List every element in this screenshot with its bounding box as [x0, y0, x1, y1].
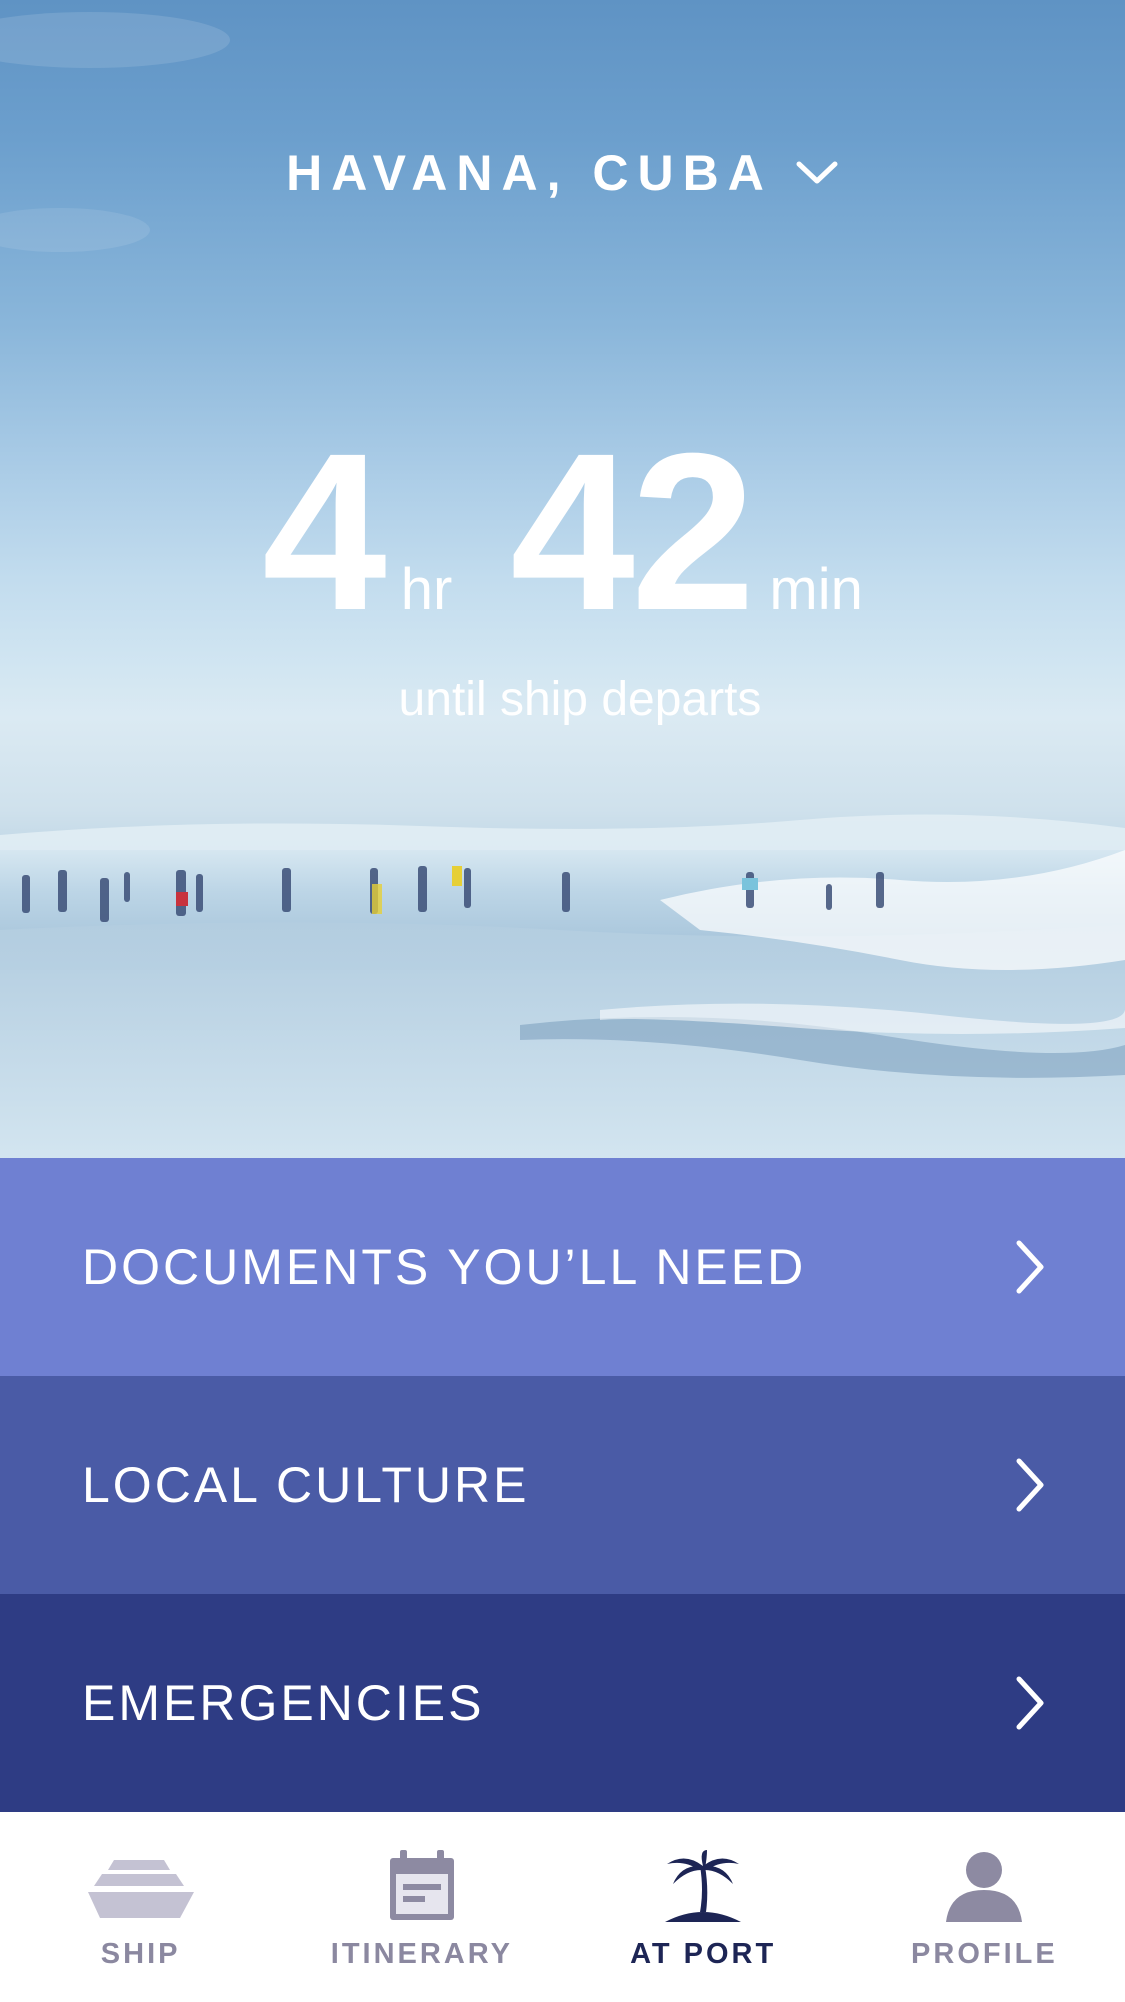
- chevron-right-icon: [1016, 1458, 1044, 1512]
- menu-item-label: DOCUMENTS YOU’LL NEED: [82, 1239, 807, 1295]
- calendar-icon: [389, 1850, 454, 1920]
- countdown-hours: 4: [262, 407, 387, 657]
- tab-label: AT PORT: [630, 1938, 777, 1970]
- countdown-minutes-unit: min: [769, 557, 863, 622]
- person-icon: [946, 1852, 1023, 1922]
- chevron-down-icon: [796, 161, 838, 184]
- menu-item-label: LOCAL CULTURE: [82, 1457, 530, 1513]
- menu-item-emergencies[interactable]: EMERGENCIES: [0, 1594, 1125, 1812]
- at-port-screen: HAVANA, CUBA 4 hr 42 min until ship departs…: [0, 0, 1125, 2002]
- tab-label: ITINERARY: [330, 1938, 513, 1970]
- tab-itinerary[interactable]: ITINERARY: [281, 1812, 562, 2002]
- tab-ship[interactable]: SHIP: [0, 1812, 281, 2002]
- tab-label: PROFILE: [911, 1938, 1058, 1970]
- bottom-tab-bar: SHIP ITINERARY AT PORT PROFILE: [0, 1812, 1125, 2002]
- chevron-right-icon: [1016, 1240, 1044, 1294]
- tab-profile[interactable]: PROFILE: [844, 1812, 1125, 2002]
- menu-item-label: EMERGENCIES: [82, 1675, 485, 1731]
- menu-item-documents[interactable]: DOCUMENTS YOU’LL NEED: [0, 1158, 1125, 1376]
- countdown-hours-unit: hr: [400, 557, 453, 622]
- location-selector[interactable]: HAVANA, CUBA: [0, 140, 1125, 202]
- tab-label: SHIP: [100, 1938, 181, 1970]
- hero-beach-photo: HAVANA, CUBA 4 hr 42 min until ship departs: [0, 0, 1125, 1158]
- menu-item-local-culture[interactable]: LOCAL CULTURE: [0, 1376, 1125, 1594]
- palm-tree-icon: [665, 1850, 742, 1922]
- tab-at-port[interactable]: AT PORT: [563, 1812, 844, 2002]
- countdown-caption: until ship departs: [398, 673, 762, 726]
- chevron-right-icon: [1016, 1676, 1044, 1730]
- countdown-minutes: 42: [510, 407, 755, 657]
- departure-countdown: 4 hr 42 min: [0, 420, 1125, 644]
- location-title: HAVANA, CUBA: [286, 144, 773, 201]
- ship-icon: [87, 1860, 194, 1918]
